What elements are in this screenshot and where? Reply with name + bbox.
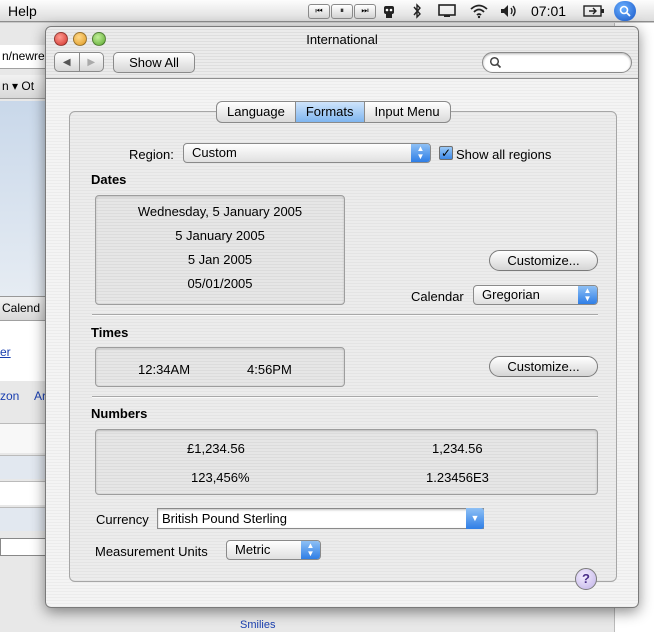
search-icon	[489, 56, 502, 69]
region-label: Region:	[129, 147, 174, 162]
calendar-value: Gregorian	[482, 287, 540, 302]
dates-section-title: Dates	[91, 172, 127, 187]
help-button[interactable]: ?	[575, 568, 597, 590]
dates-sample-box: Wednesday, 5 January 2005 5 January 2005…	[95, 195, 345, 305]
region-value: Custom	[192, 145, 237, 160]
tab-language[interactable]: Language	[217, 102, 295, 122]
background-dropdown[interactable]	[0, 538, 46, 556]
time-sample-am: 12:34AM	[138, 362, 191, 377]
times-section-title: Times	[91, 325, 129, 340]
background-link[interactable]: zon	[0, 389, 19, 403]
wifi-icon[interactable]	[468, 2, 490, 20]
measurement-units-popup[interactable]: Metric ▲ ▼	[226, 540, 321, 560]
spotlight-icon[interactable]	[614, 1, 636, 21]
tab-input-menu[interactable]: Input Menu	[363, 102, 450, 122]
background-link[interactable]: er	[0, 345, 11, 359]
battery-icon[interactable]	[582, 2, 606, 20]
international-preferences-window: International ◀ ▶ Show All Language Form…	[45, 26, 639, 608]
menu-bar: Help ⏮ ⏸ ⏭ 07:01	[0, 0, 654, 22]
background-smilies-link[interactable]: Smilies	[240, 619, 300, 632]
help-menu[interactable]: Help	[8, 3, 37, 19]
date-sample-long: 5 January 2005	[175, 228, 265, 243]
region-popup[interactable]: Custom ▲ ▼	[183, 143, 431, 163]
show-all-button[interactable]: Show All	[113, 52, 195, 73]
currency-sample: £1,234.56	[187, 441, 245, 456]
measurement-units-label: Measurement Units	[95, 544, 208, 559]
search-input[interactable]	[503, 54, 625, 71]
time-sample-pm: 4:56PM	[247, 362, 292, 377]
percent-sample: 123,456%	[191, 470, 250, 485]
calendar-label: Calendar	[411, 289, 464, 304]
numbers-section-title: Numbers	[91, 406, 148, 421]
times-customize-button[interactable]: Customize...	[489, 356, 598, 377]
dates-customize-button[interactable]: Customize...	[489, 250, 598, 271]
chevron-down-icon[interactable]: ▼	[466, 508, 484, 529]
tab-formats[interactable]: Formats	[294, 102, 364, 122]
popup-arrows-icon: ▲ ▼	[411, 144, 430, 162]
previous-track-button[interactable]: ⏮	[308, 2, 330, 20]
section-divider	[92, 314, 598, 316]
currency-combo[interactable]: British Pound Sterling ▼	[157, 508, 484, 529]
back-arrow-icon[interactable]: ◀	[55, 53, 79, 71]
section-divider	[92, 396, 598, 398]
decimal-sample: 1,234.56	[432, 441, 483, 456]
currency-value: British Pound Sterling	[162, 511, 288, 526]
display-icon[interactable]	[436, 2, 458, 20]
measurement-units-value: Metric	[235, 542, 271, 557]
date-sample-medium: 5 Jan 2005	[187, 252, 253, 267]
calendar-popup[interactable]: Gregorian ▲ ▼	[473, 285, 598, 305]
date-sample-full: Wednesday, 5 January 2005	[137, 204, 303, 219]
robot-icon[interactable]	[380, 2, 398, 20]
next-track-button[interactable]: ⏭	[354, 2, 376, 20]
window-titlebar[interactable]: International ◀ ▶ Show All	[46, 27, 638, 79]
menu-clock[interactable]: 07:01	[531, 3, 566, 19]
popup-arrows-icon: ▲ ▼	[578, 286, 597, 304]
window-title: International	[306, 32, 378, 47]
show-all-regions-checkbox[interactable]: ✓	[439, 146, 453, 160]
scientific-sample: 1.23456E3	[426, 470, 489, 485]
bluetooth-icon[interactable]	[410, 2, 424, 20]
back-forward-control[interactable]: ◀ ▶	[54, 52, 104, 72]
show-all-regions-label[interactable]: Show all regions	[456, 147, 551, 162]
date-sample-short: 05/01/2005	[187, 276, 253, 291]
forward-arrow-icon[interactable]: ▶	[78, 53, 104, 71]
times-sample-box: 12:34AM 4:56PM	[95, 347, 345, 387]
volume-icon[interactable]	[498, 2, 520, 20]
search-field[interactable]	[482, 52, 632, 73]
tab-bar: Language Formats Input Menu	[216, 101, 451, 123]
currency-label: Currency	[96, 512, 149, 527]
popup-arrows-icon: ▲ ▼	[301, 541, 320, 559]
numbers-sample-box: £1,234.56 1,234.56 123,456% 1.23456E3	[95, 429, 598, 495]
pause-button[interactable]: ⏸	[331, 2, 353, 20]
